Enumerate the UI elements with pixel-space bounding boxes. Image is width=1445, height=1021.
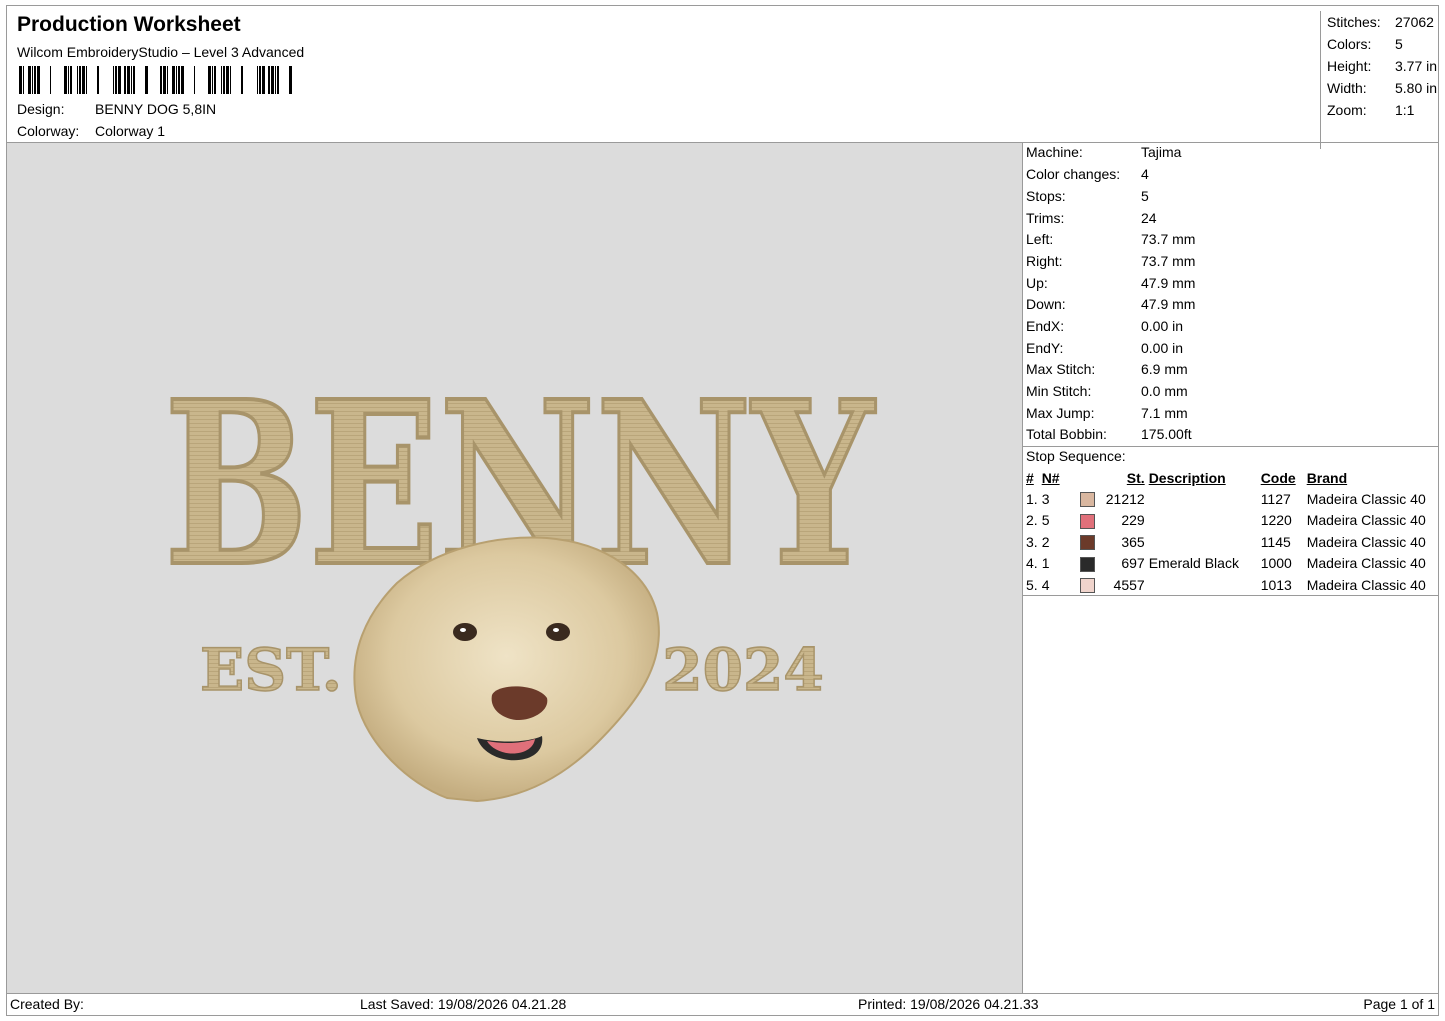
colorway-row: Colorway: Colorway 1 — [17, 123, 165, 139]
stat-colors: Colors: 5 — [1327, 36, 1403, 52]
col-needle: N# — [1041, 470, 1060, 486]
prop-max-stitch: Max Stitch: 6.9 mm — [1026, 361, 1188, 377]
row-stitches: 229 — [1121, 512, 1145, 529]
est-text: EST. — [200, 636, 342, 704]
row-index: 4. — [1026, 555, 1038, 572]
row-stitches: 21212 — [1105, 490, 1145, 507]
colorway-value: Colorway 1 — [95, 123, 166, 139]
last-saved: Last Saved: 19/08/2026 04.21.28 — [360, 996, 567, 1012]
prop-machine: Machine: Tajima — [1026, 144, 1182, 160]
prop-up: Up: 47.9 mm — [1026, 275, 1196, 291]
color-swatch — [1078, 531, 1097, 553]
thread-swatch — [1079, 556, 1095, 572]
software-name: Wilcom EmbroideryStudio – Level 3 Advanc… — [17, 44, 305, 60]
design-row: Design: BENNY DOG 5,8IN — [17, 101, 216, 117]
row-description — [1147, 531, 1259, 553]
stat-zoom: Zoom: 1:1 — [1327, 102, 1415, 118]
prop-color-changes: Color changes: 4 — [1026, 166, 1149, 182]
table-header-row: # N# St. Description Code Brand — [1024, 468, 1428, 488]
prop-total-bobbin: Total Bobbin: 175.00ft — [1026, 426, 1192, 442]
col-description: Description — [1148, 470, 1226, 486]
table-row: 3. 2 365 1145 Madeira Classic 40 — [1024, 531, 1428, 553]
prop-right: Right: 73.7 mm — [1026, 253, 1196, 269]
year-text: 2024 — [662, 636, 823, 704]
table-row: 1. 3 21212 1127 Madeira Classic 40 — [1024, 488, 1428, 510]
col-code: Code — [1260, 470, 1296, 486]
prop-min-stitch: Min Stitch: 0.0 mm — [1026, 383, 1188, 399]
col-brand: Brand — [1306, 470, 1348, 486]
printed-date: Printed: 19/08/2026 04.21.33 — [858, 996, 1039, 1012]
row-index: 2. — [1026, 512, 1038, 529]
row-brand: Madeira Classic 40 — [1306, 490, 1426, 507]
prop-endx: EndX: 0.00 in — [1026, 318, 1184, 334]
row-stitches: 697 — [1121, 555, 1145, 572]
row-description — [1147, 488, 1259, 510]
design-label: Design: — [17, 101, 65, 117]
worksheet-header: Production Worksheet Wilcom EmbroiderySt… — [6, 5, 1439, 149]
row-code: 1127 — [1260, 490, 1291, 507]
color-swatch — [1078, 574, 1097, 596]
row-needle: 4 — [1041, 576, 1050, 593]
row-brand: Madeira Classic 40 — [1306, 512, 1426, 529]
prop-down: Down: 47.9 mm — [1026, 296, 1196, 312]
row-code: 1000 — [1260, 555, 1292, 572]
prop-endy: EndY: 0.00 in — [1026, 340, 1184, 356]
row-description: Emerald Black — [1148, 555, 1239, 572]
row-index: 1. — [1026, 490, 1038, 507]
thread-swatch — [1079, 578, 1095, 594]
row-brand: Madeira Classic 40 — [1306, 576, 1426, 593]
worksheet-footer: Created By: Last Saved: 19/08/2026 04.21… — [6, 993, 1439, 1016]
row-needle: 2 — [1041, 533, 1050, 550]
page-number: Page 1 of 1 — [1363, 996, 1435, 1012]
row-index: 5. — [1026, 576, 1038, 593]
table-row: 4. 1 697 Emerald Black 1000 Madeira Classic 4… — [1024, 553, 1428, 575]
color-swatch — [1078, 553, 1097, 575]
row-code: 1145 — [1260, 533, 1291, 550]
row-needle: 5 — [1041, 512, 1050, 529]
row-description — [1147, 510, 1259, 532]
row-needle: 3 — [1041, 490, 1050, 507]
row-brand: Madeira Classic 40 — [1306, 555, 1426, 572]
embroidery-design: BENNY EST. 2024 — [162, 351, 878, 803]
row-code: 1220 — [1260, 512, 1292, 529]
stop-rows: 1. 3 21212 1127 Madeira Classic 40 2. 5 229 1220… — [1024, 488, 1428, 596]
stat-height: Height: 3.77 in — [1327, 58, 1438, 74]
row-code: 1013 — [1260, 576, 1292, 593]
stat-width: Width: 5.80 in — [1327, 80, 1438, 96]
row-brand: Madeira Classic 40 — [1306, 533, 1426, 550]
design-preview: BENNY EST. 2024 — [6, 143, 1022, 994]
stop-sequence-table: # N# St. Description Code Brand 1. 3 21212… — [1024, 468, 1428, 596]
prop-stops: Stops: 5 — [1026, 188, 1149, 204]
design-value: BENNY DOG 5,8IN — [95, 101, 217, 117]
thread-swatch — [1079, 535, 1095, 551]
col-swatch — [1078, 468, 1097, 488]
table-row: 5. 4 4557 1013 Madeira Classic 40 — [1024, 574, 1428, 596]
prop-max-jump: Max Jump: 7.1 mm — [1026, 405, 1188, 421]
row-stitches: 365 — [1121, 533, 1145, 550]
prop-trims: Trims: 24 — [1026, 210, 1157, 226]
stop-sequence-title: Stop Sequence: — [1026, 448, 1126, 464]
worksheet-title: Production Worksheet — [17, 13, 241, 36]
row-description — [1147, 574, 1259, 596]
properties-panel: Machine: Tajima Color changes: 4 Stops: 5 T… — [1022, 143, 1439, 994]
row-index: 3. — [1026, 533, 1038, 550]
row-needle: 1 — [1041, 555, 1050, 572]
thread-swatch — [1079, 492, 1095, 508]
color-swatch — [1078, 510, 1097, 532]
colorway-label: Colorway: — [17, 123, 80, 139]
prop-left: Left: 73.7 mm — [1026, 231, 1196, 247]
divider — [1023, 595, 1438, 596]
divider — [1023, 446, 1438, 447]
barcode — [19, 66, 292, 94]
thread-swatch — [1079, 513, 1095, 529]
col-stitches: St. — [1126, 470, 1145, 486]
row-stitches: 4557 — [1113, 576, 1145, 593]
created-by: Created By: — [10, 996, 84, 1012]
col-index: # — [1026, 470, 1034, 486]
color-swatch — [1078, 488, 1097, 510]
stats-box: Stitches: 27062 Colors: 5 Height: 3.77 in W… — [1320, 11, 1445, 149]
stat-stitches: Stitches: 27062 — [1327, 14, 1434, 30]
table-row: 2. 5 229 1220 Madeira Classic 40 — [1024, 510, 1428, 532]
